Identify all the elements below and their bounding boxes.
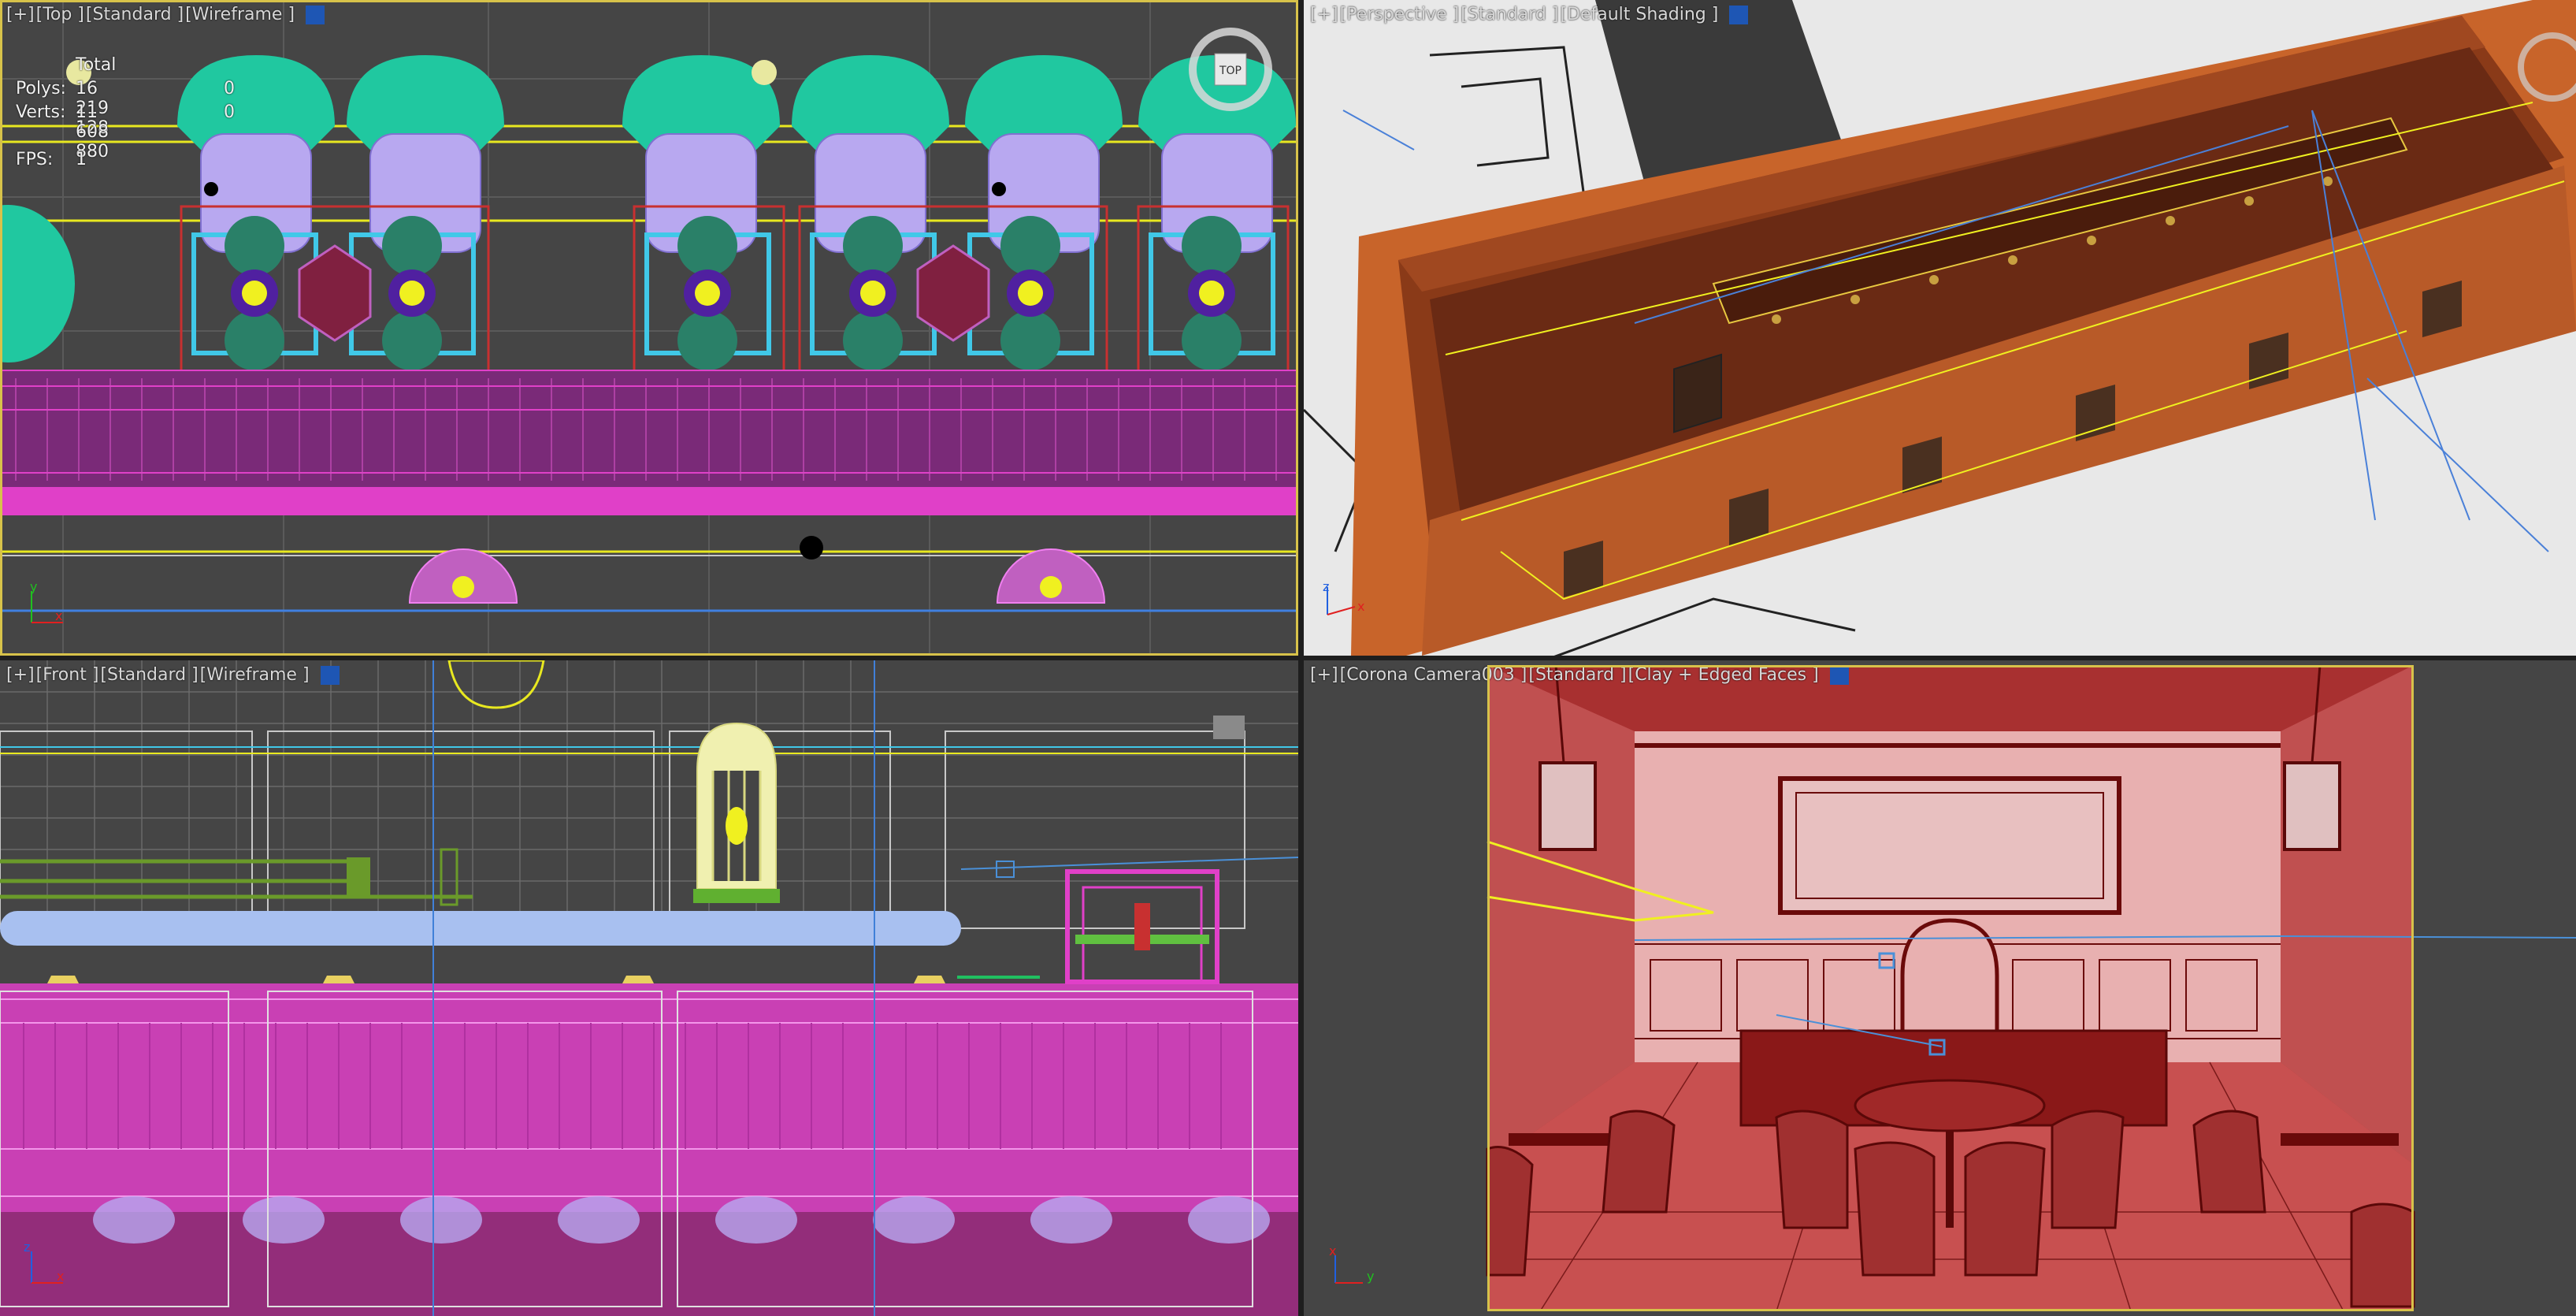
viewcube[interactable]: [1213, 716, 1245, 739]
perspective-scene: [1304, 0, 2576, 656]
viewport-color-square: [1829, 666, 1849, 685]
viewport-front-label[interactable]: [+][Front ][Standard ][Wireframe ]: [6, 665, 341, 685]
axis-x-label: x: [55, 608, 63, 623]
viewport-perspective-label[interactable]: [+][Perspective ][Standard ][Default Sha…: [1310, 5, 1750, 24]
viewport-front[interactable]: [+][Front ][Standard ][Wireframe ] z x: [0, 660, 1298, 1316]
axis-x-label: x: [1329, 1244, 1337, 1258]
viewport-camera[interactable]: [+][Corona Camera003 ][Standard ][Clay +…: [1304, 660, 2576, 1316]
viewport-top[interactable]: TOP [+][Top ][Standard ][Wireframe ] Tot…: [0, 0, 1298, 656]
front-scene: [0, 660, 1298, 1316]
axis-z-label: z: [1323, 579, 1330, 594]
axis-y-label: y: [30, 579, 38, 594]
viewport-color-square: [1729, 6, 1749, 24]
viewport-camera-label[interactable]: [+][Corona Camera003 ][Standard ][Clay +…: [1310, 665, 1850, 685]
viewcube-label: TOP: [1219, 65, 1242, 77]
viewport-color-square: [320, 666, 340, 685]
axis-y-label: y: [1367, 1269, 1375, 1284]
viewport-top-label[interactable]: [+][Top ][Standard ][Wireframe ]: [6, 5, 326, 24]
viewport-perspective[interactable]: [+][Perspective ][Standard ][Default Sha…: [1304, 0, 2576, 656]
camera-scene: [1304, 660, 2576, 1316]
axis-x-label: x: [1357, 599, 1365, 614]
viewport-color-square: [306, 6, 325, 24]
axis-z-label: z: [24, 1240, 31, 1255]
top-scene: TOP: [0, 0, 1298, 656]
axis-x-label: x: [57, 1269, 65, 1284]
